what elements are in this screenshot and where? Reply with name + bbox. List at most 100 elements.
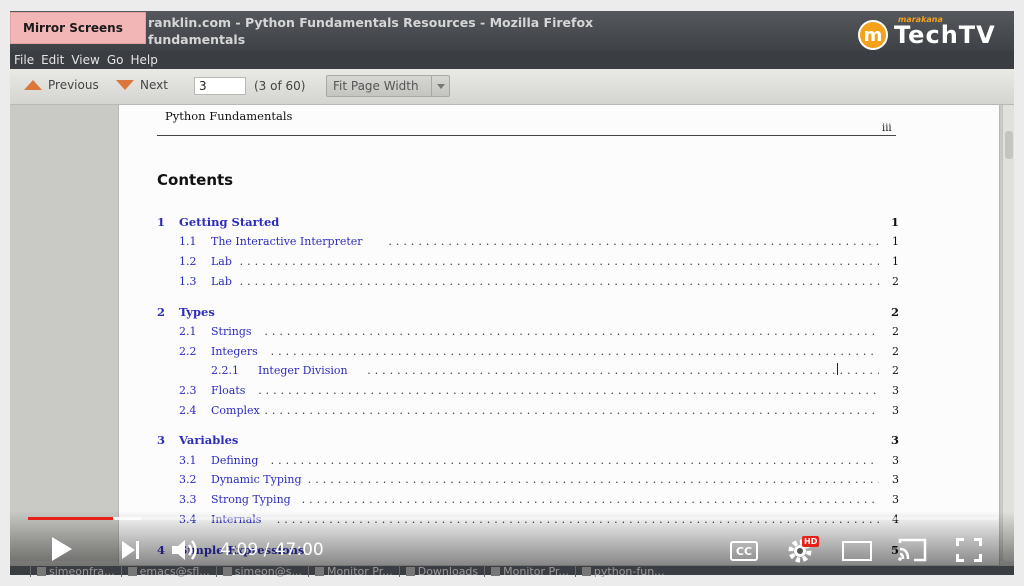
taskbar-item[interactable]: emacs@sfl... [120, 565, 216, 577]
captions-button[interactable]: CC [730, 541, 758, 561]
menu-view[interactable]: View [71, 53, 99, 67]
toc-entry-label: Floats [211, 384, 246, 397]
toc-entry-page: 3 [892, 454, 899, 467]
toc-entry[interactable]: 3.2 Dynamic Typing.......................… [119, 473, 1001, 489]
taskbar-item[interactable]: Downloads [398, 565, 484, 577]
zoom-select[interactable]: Fit Page Width [326, 75, 450, 97]
taskbar-item-label: python-fun... [593, 565, 665, 577]
page-roman-number: iii [882, 123, 892, 134]
toc-entry[interactable]: 1 Getting Started 1 [119, 215, 1001, 231]
taskbar-item-label: Downloads [417, 565, 479, 577]
running-head: Python Fundamentals [165, 109, 293, 123]
volume-icon[interactable] [170, 537, 200, 563]
scrollbar-thumb[interactable] [1005, 131, 1013, 159]
header-rule [157, 135, 896, 136]
next-page-button[interactable]: Next [116, 78, 168, 92]
toc-entry-number: 3.3 [179, 493, 197, 506]
menu-go[interactable]: Go [107, 53, 124, 67]
toc-entry-page: 3 [890, 433, 899, 447]
toc-entry[interactable]: 1.3 Lab..................................… [119, 275, 1001, 291]
taskbar-item-label: emacs@sfl... [139, 565, 210, 577]
toc-entry-number: 1 [157, 215, 166, 229]
toc-entry[interactable]: 2 Types 2 [119, 305, 1001, 321]
taskbar-item[interactable]: simeon@s... [215, 565, 308, 577]
vertical-scrollbar[interactable] [1002, 105, 1014, 561]
window-icon [127, 566, 137, 576]
toc-leader-dots: ........................................… [258, 384, 879, 397]
menu-bar: File Edit View Go Help [10, 51, 1014, 69]
text-cursor-icon [837, 363, 844, 375]
toc-leader-dots: ........................................… [388, 235, 879, 248]
toc-entry-label: The Interactive Interpreter [211, 235, 363, 248]
toc-entry-label: Lab [211, 255, 232, 268]
toc-entry[interactable]: 3 Variables 3 [119, 433, 1001, 449]
toc-entry-page: 2 [892, 364, 899, 377]
mirror-screens-badge: Mirror Screens [10, 12, 146, 44]
previous-page-button[interactable]: Previous [24, 78, 99, 92]
menu-help[interactable]: Help [130, 53, 157, 67]
toc-entry[interactable]: 2.1 Strings..............................… [119, 325, 1001, 341]
toc-entry[interactable]: 2.4 Complex..............................… [119, 404, 1001, 420]
toc-leader-dots: ........................................… [239, 255, 879, 268]
window-icon [491, 566, 501, 576]
toc-entry[interactable]: 1.2 Lab..................................… [119, 255, 1001, 271]
toc-entry-label: Complex [211, 404, 260, 417]
toc-entry[interactable]: 3.1 Defining.............................… [119, 454, 1001, 470]
marakana-techtv-logo: m marakana TechTV [856, 15, 1014, 50]
toc-entry-number: 2 [157, 305, 166, 319]
play-icon[interactable] [52, 537, 72, 561]
toc-entry-page: 2 [892, 325, 899, 338]
toc-entry-page: 1 [892, 255, 899, 268]
taskbar-item[interactable]: Monitor Pr... [307, 565, 399, 577]
taskbar-item[interactable]: simeonfra... [30, 565, 121, 577]
toc-entry[interactable]: 2.3 Floats...............................… [119, 384, 1001, 400]
toc-entry-label: Types [179, 305, 215, 319]
window-icon [405, 566, 415, 576]
taskbar-item-label: Monitor Pr... [503, 565, 569, 577]
taskbar-item-label: Monitor Pr... [326, 565, 393, 577]
page-count-label: (3 of 60) [254, 79, 306, 93]
arrow-up-icon [24, 80, 42, 90]
toc-entry-page: 2 [890, 305, 899, 319]
logo-big-text: TechTV [894, 21, 996, 49]
toc-leader-dots: ........................................… [264, 404, 879, 417]
window-icon [581, 566, 591, 576]
taskbar-item-label: simeon@s... [234, 565, 302, 577]
menu-file[interactable]: File [14, 53, 34, 67]
page-number-input[interactable]: 3 [194, 77, 246, 95]
toc-entry-page: 1 [890, 215, 899, 229]
theater-mode-icon[interactable] [842, 541, 872, 561]
toc-entry[interactable]: 2.2.1 Integer Division...................… [119, 364, 1001, 380]
toc-entry[interactable]: 2.2 Integers.............................… [119, 345, 1001, 361]
fullscreen-icon[interactable] [956, 538, 982, 562]
toc-leader-dots: ........................................… [264, 325, 879, 338]
toc-entry-page: 3 [892, 404, 899, 417]
taskbar-item[interactable]: Monitor Pr... [484, 565, 575, 577]
toc-entry-page: 3 [892, 384, 899, 397]
chevron-down-icon [431, 76, 449, 96]
taskbar-item[interactable]: python-fun... [574, 565, 671, 577]
toc-entry-number: 2.1 [179, 325, 197, 338]
next-video-icon[interactable] [122, 541, 140, 559]
taskbar-items: simeonfra... emacs@sfl... simeon@s... Monit… [30, 565, 890, 577]
menu-edit[interactable]: Edit [41, 53, 64, 67]
cast-icon[interactable] [896, 537, 928, 563]
hd-badge: HD [802, 536, 820, 547]
toc-entry-label: Defining [211, 454, 259, 467]
pdf-viewer[interactable]: Python Fundamentals iii Contents 1 Gettin… [10, 105, 1014, 565]
toc-entry-page: 3 [892, 493, 899, 506]
toc-entry[interactable]: 1.1 The Interactive Interpreter..........… [119, 235, 1001, 251]
next-label: Next [140, 78, 168, 92]
pdf-toolbar: Previous Next 3 (3 of 60) Fit Page Width [10, 69, 1014, 105]
toc-entry-number: 1.2 [179, 255, 197, 268]
toc-entry-number: 3.2 [179, 473, 197, 486]
video-progress-bar[interactable] [28, 517, 998, 520]
pdf-page: Python Fundamentals iii Contents 1 Gettin… [118, 105, 1000, 565]
toc-entry-page: 2 [892, 345, 899, 358]
toc-leader-dots: ........................................… [270, 454, 879, 467]
toc-entry[interactable]: 3.3 Strong Typing........................… [119, 493, 1001, 509]
progress-played [28, 517, 114, 520]
toc-entry-label: Integers [211, 345, 258, 358]
toc-leader-dots: ........................................… [307, 473, 879, 486]
window-icon [314, 566, 324, 576]
